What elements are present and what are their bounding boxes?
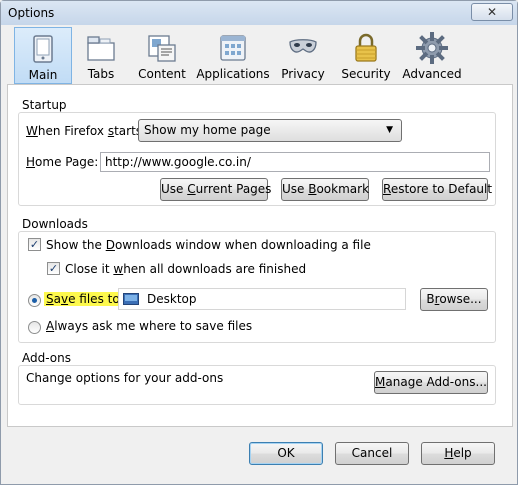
home-page-label: Home Page: (26, 155, 99, 169)
show-downloads-checkbox[interactable]: ✓ (28, 238, 41, 251)
startup-group-title: Startup (22, 98, 67, 112)
use-bookmark-button[interactable]: Use Bookmark (281, 178, 369, 201)
close-when-done-label: Close it when all downloads are finished (65, 262, 307, 276)
downloads-group-title: Downloads (22, 217, 88, 231)
pane-security-label: Security (341, 67, 391, 81)
always-ask-radio[interactable] (28, 321, 41, 334)
pane-content[interactable]: Content (131, 27, 193, 84)
always-ask-label: Always ask me where to save files (46, 319, 253, 333)
pane-tabs[interactable]: Tabs (75, 27, 127, 84)
pane-privacy-label: Privacy (281, 67, 325, 81)
chevron-down-icon: ▼ (386, 125, 393, 135)
window-title: Options (8, 6, 55, 20)
restore-default-button[interactable]: Restore to Default (382, 178, 492, 201)
privacy-mask-icon (289, 39, 317, 53)
desktop-icon (123, 293, 139, 305)
close-button[interactable]: ✕ (471, 3, 513, 21)
browse-button[interactable]: Browse... (420, 288, 488, 311)
addons-group-title: Add-ons (22, 351, 71, 365)
pane-main[interactable]: Main (14, 27, 72, 84)
pane-advanced[interactable]: Advanced (400, 27, 464, 84)
options-dialog: Options ✕ Main Tabs Content Applications… (0, 0, 518, 485)
pane-security[interactable]: Security (336, 27, 396, 84)
when-starts-label: When Firefox starts: (26, 124, 147, 138)
save-files-to-radio[interactable] (28, 294, 41, 307)
addons-description: Change options for your add-ons (26, 371, 224, 385)
close-icon: ✕ (486, 5, 498, 19)
ok-button[interactable]: OK (249, 442, 323, 465)
help-button[interactable]: Help (421, 442, 495, 465)
pane-applications-label: Applications (196, 67, 270, 81)
save-location-value: Desktop (147, 292, 197, 306)
close-when-done-checkbox[interactable]: ✓ (47, 262, 60, 275)
save-location-field: Desktop (118, 288, 406, 310)
save-files-to-label: Save files to (44, 292, 122, 306)
tabs-icon (87, 36, 115, 61)
startup-behavior-dropdown[interactable]: Show my home page ▼ (138, 119, 402, 142)
startup-behavior-value: Show my home page (144, 123, 271, 137)
title-bar[interactable]: Options ✕ (1, 1, 517, 25)
home-page-input[interactable]: http://www.google.co.in/ (100, 152, 490, 172)
pane-main-label: Main (28, 68, 58, 82)
security-lock-icon (355, 33, 377, 62)
pane-tabs-label: Tabs (87, 67, 115, 81)
pane-advanced-label: Advanced (402, 67, 462, 81)
main-icon (33, 35, 53, 63)
preferences-toolbar: Main Tabs Content Applications Privacy S… (7, 27, 513, 85)
pane-applications[interactable]: Applications (196, 27, 270, 84)
use-current-pages-button[interactable]: Use Current Pages (160, 178, 271, 201)
manage-addons-button[interactable]: Manage Add-ons... (374, 371, 488, 394)
cancel-button[interactable]: Cancel (335, 442, 409, 465)
show-downloads-label: Show the Downloads window when downloadi… (46, 238, 371, 252)
advanced-gear-icon (416, 32, 448, 64)
applications-icon (220, 35, 246, 61)
main-pane: Startup When Firefox starts: Show my hom… (7, 85, 513, 427)
pane-privacy[interactable]: Privacy (275, 27, 331, 84)
content-icon (148, 35, 176, 62)
pane-content-label: Content (138, 67, 186, 81)
